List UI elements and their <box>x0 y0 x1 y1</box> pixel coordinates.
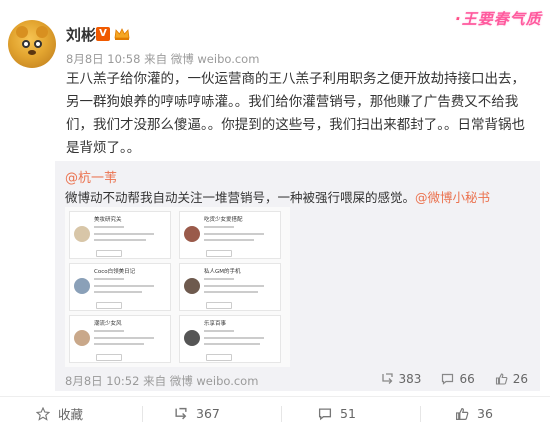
repost-button[interactable]: 367 <box>174 397 220 429</box>
comment-icon <box>442 373 454 385</box>
avatar-eye <box>22 40 30 48</box>
card-line <box>204 226 234 228</box>
repost-icon <box>175 407 187 419</box>
card-line <box>94 285 154 287</box>
image-card: 潮流少女风 <box>69 315 171 363</box>
card-name: 乐享百事 <box>204 321 227 327</box>
vip-crown-icon[interactable] <box>114 28 130 40</box>
image-card: Coco白领美日记 <box>69 263 171 311</box>
avatar-nose <box>28 50 36 55</box>
card-follow <box>206 302 232 309</box>
like-count: 26 <box>512 372 528 386</box>
card-avatar <box>74 330 90 346</box>
brand-logo-dot: · <box>455 10 462 28</box>
comment-count: 66 <box>459 372 475 386</box>
repost-button-count: 367 <box>196 406 220 421</box>
card-line <box>94 330 124 332</box>
image-card: 美妆研究关 <box>69 211 171 259</box>
card-line <box>94 278 124 280</box>
repost-box: @杭一苇 微博动不动帮我自动关注一堆营销号，一种被强行喂屎的感觉。@微博小秘书 … <box>55 161 540 391</box>
repost-stat-comments[interactable]: 66 <box>441 372 475 386</box>
like-button-count: 36 <box>477 406 493 421</box>
image-card: 吃货少女爱搭配 <box>179 211 281 259</box>
card-line <box>94 226 124 228</box>
repost-stats: 383 66 26 <box>381 372 528 386</box>
comment-icon <box>318 408 332 420</box>
repost-mention[interactable]: @微博小秘书 <box>415 190 490 205</box>
like-icon <box>456 407 469 420</box>
card-line <box>94 337 154 339</box>
card-name: 私人GM的手机 <box>204 269 241 275</box>
repost-stat-reposts[interactable]: 383 <box>381 372 422 386</box>
card-name: 美妆研究关 <box>94 217 122 223</box>
author-avatar[interactable] <box>8 20 56 68</box>
post-meta[interactable]: 8月8日 10:58 来自 微博 weibo.com <box>66 51 259 67</box>
action-bar: 收藏 367 51 36 <box>0 396 550 429</box>
card-line <box>204 285 264 287</box>
avatar-ear <box>36 26 48 38</box>
card-avatar <box>74 278 90 294</box>
repost-count: 383 <box>398 372 422 386</box>
card-follow <box>96 302 122 309</box>
card-avatar <box>184 330 200 346</box>
comment-button[interactable]: 51 <box>318 397 356 429</box>
brand-logo-text: 王要春气质 <box>461 10 542 28</box>
card-line <box>204 233 264 235</box>
star-icon <box>36 406 50 421</box>
repost-text: 微博动不动帮我自动关注一堆营销号，一种被强行喂屎的感觉。@微博小秘书 <box>65 187 535 206</box>
card-line <box>204 239 254 241</box>
card-line <box>94 233 154 235</box>
card-line <box>94 239 146 241</box>
card-name: Coco白领美日记 <box>94 269 136 275</box>
action-divider <box>281 406 282 422</box>
card-follow <box>206 250 232 257</box>
card-line <box>204 337 264 339</box>
card-line <box>204 291 258 293</box>
post-text: 王八羔子给你灌的，一伙运营商的王八羔子利用职务之便开放劫持接口出去，另一群狗娘养… <box>66 71 525 156</box>
comment-button-count: 51 <box>340 406 356 421</box>
author-name[interactable]: 刘彬 <box>66 24 96 45</box>
card-line <box>204 278 234 280</box>
favorite-label: 收藏 <box>58 407 84 422</box>
card-line <box>204 343 260 345</box>
repost-text-body: 微博动不动帮我自动关注一堆营销号，一种被强行喂屎的感觉。 <box>65 190 416 205</box>
like-icon <box>495 373 508 385</box>
action-divider <box>420 406 421 422</box>
card-avatar <box>184 226 200 242</box>
avatar-ear <box>16 26 28 38</box>
image-card: 私人GM的手机 <box>179 263 281 311</box>
card-name: 潮流少女风 <box>94 321 122 327</box>
avatar-eye <box>34 40 42 48</box>
image-card: 乐享百事 <box>179 315 281 363</box>
repost-stat-likes[interactable]: 26 <box>495 372 528 386</box>
repost-meta[interactable]: 8月8日 10:52 来自 微博 weibo.com <box>65 373 258 389</box>
card-follow <box>206 354 232 361</box>
action-divider <box>142 406 143 422</box>
card-line <box>204 330 234 332</box>
brand-logo: ·王要春气质 <box>455 8 542 29</box>
favorite-button[interactable]: 收藏 <box>36 397 83 429</box>
repost-image[interactable]: 美妆研究关 吃货少女爱搭配 Coco白领美日记 私人GM的手机 潮流少女风 乐享… <box>65 207 290 367</box>
card-follow <box>96 354 122 361</box>
card-avatar <box>184 278 200 294</box>
card-line <box>94 291 142 293</box>
like-button[interactable]: 36 <box>455 397 493 429</box>
repost-author[interactable]: @杭一苇 <box>65 167 117 186</box>
card-name: 吃货少女爱搭配 <box>204 217 243 223</box>
card-follow <box>96 250 122 257</box>
verified-icon: V <box>96 27 110 41</box>
repost-icon <box>381 373 393 384</box>
card-line <box>94 343 144 345</box>
card-avatar <box>74 226 90 242</box>
